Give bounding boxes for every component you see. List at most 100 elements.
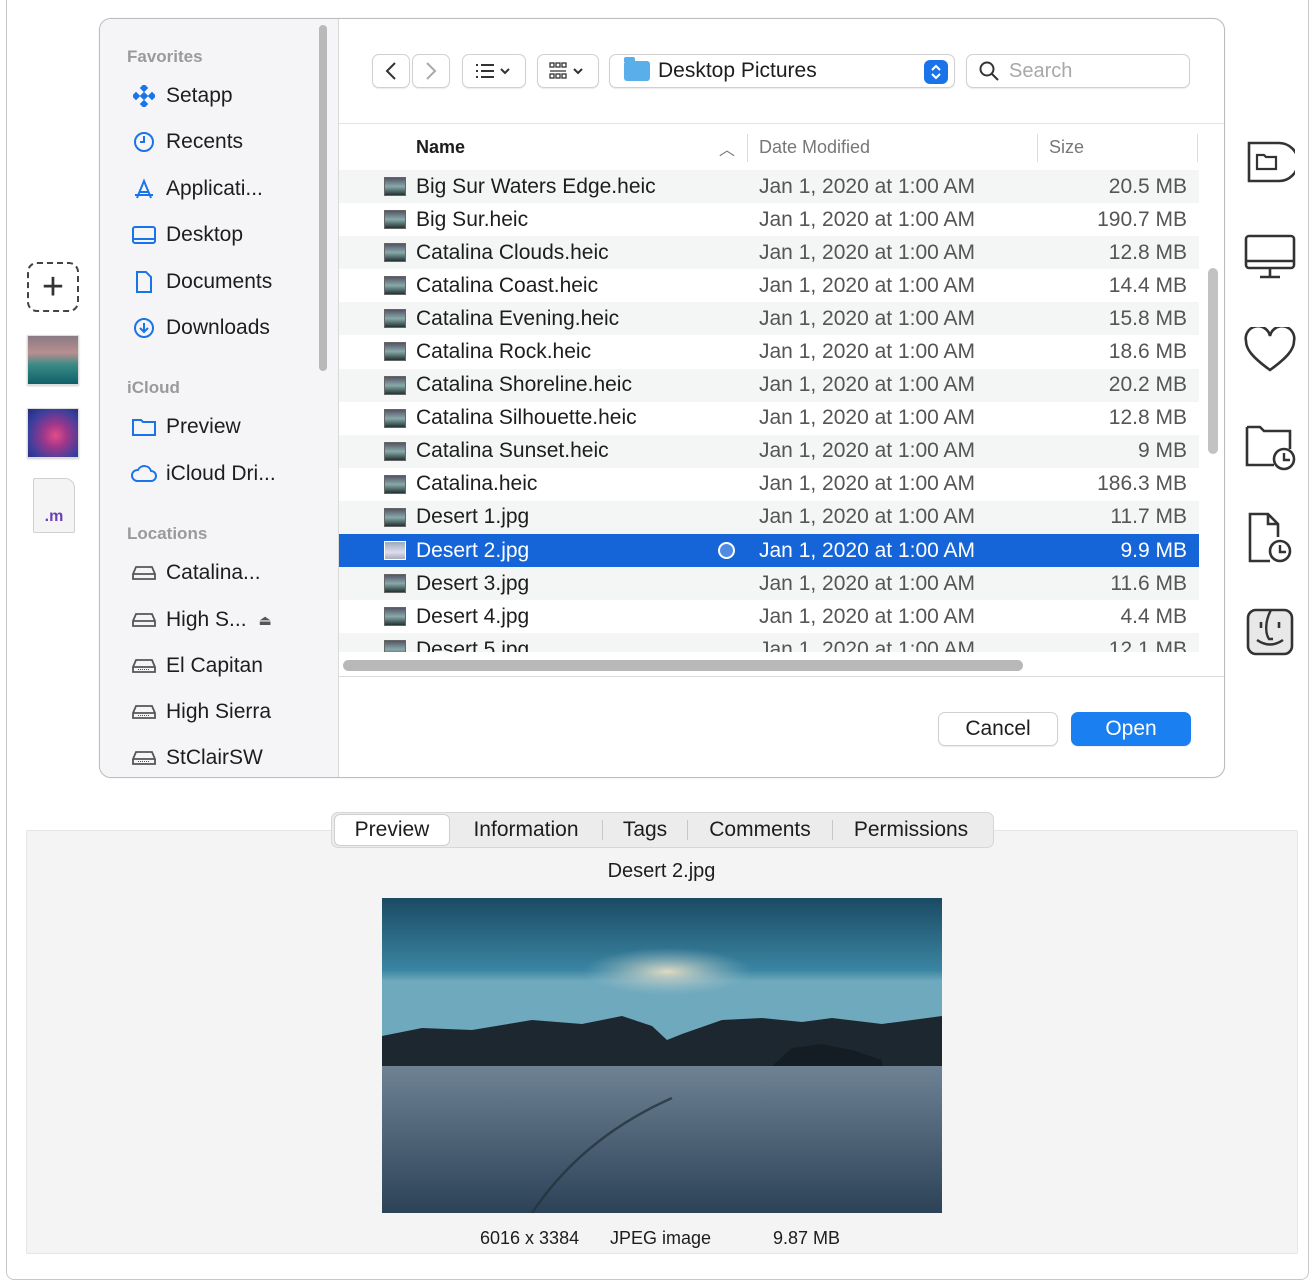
image-file-icon xyxy=(384,177,406,196)
grid-icon xyxy=(549,62,583,79)
current-folder-label: Desktop Pictures xyxy=(658,59,817,82)
heart-icon[interactable] xyxy=(1244,324,1296,376)
sidebar-item-stclairsw[interactable]: StClairSW xyxy=(130,743,263,773)
image-file-icon xyxy=(384,441,406,461)
tab-permissions[interactable]: Permissions xyxy=(833,813,989,847)
file-name: Catalina Rock.heic xyxy=(416,340,592,364)
horizontal-scrollbar[interactable] xyxy=(343,660,1023,671)
shelf-document-icon[interactable]: .m xyxy=(33,478,75,533)
sidebar-item-icloud-drive[interactable]: iCloud Dri... xyxy=(130,459,276,489)
list-view-button[interactable] xyxy=(462,54,526,88)
vertical-scrollbar[interactable] xyxy=(1208,268,1218,454)
sidebar-item-label: High S... xyxy=(166,608,247,631)
table-row[interactable]: Catalina Evening.heic Jan 1, 2020 at 1:00… xyxy=(339,302,1199,336)
sidebar-item-label: High Sierra xyxy=(166,700,272,723)
table-row[interactable]: Catalina Rock.heic Jan 1, 2020 at 1:00 AM… xyxy=(339,335,1199,368)
add-to-shelf-button[interactable]: + xyxy=(27,262,79,312)
table-row[interactable]: Desert 4.jpg Jan 1, 2020 at 1:00 AM 4.4 MB xyxy=(339,600,1199,633)
column-header-date-modified[interactable]: Date Modified xyxy=(759,124,870,170)
sidebar-item-el-capitan[interactable]: El Capitan xyxy=(130,651,263,681)
finder-icon[interactable] xyxy=(1244,606,1296,658)
sidebar-item-recents[interactable]: Recents xyxy=(130,127,243,157)
display-icon[interactable] xyxy=(1244,230,1296,282)
tab-preview[interactable]: Preview xyxy=(334,814,450,846)
open-file-dialog: Favorites Setapp Recents Applicati... De… xyxy=(99,18,1225,778)
column-header-name[interactable]: Name xyxy=(416,124,465,170)
table-row[interactable]: Desert 1.jpg Jan 1, 2020 at 1:00 AM 11.7 M… xyxy=(339,500,1199,535)
sidebar-item-label: Applicati... xyxy=(166,177,263,200)
table-row[interactable]: Big Sur.heic Jan 1, 2020 at 1:00 AM 190.7 … xyxy=(339,203,1199,236)
folder-icon xyxy=(130,417,158,437)
sidebar-item-downloads[interactable]: Downloads xyxy=(130,313,270,343)
sidebar-item-high-sierra[interactable]: High Sierra xyxy=(130,697,271,727)
image-file-icon xyxy=(384,243,406,263)
file-size: 11.6 MB xyxy=(1110,571,1187,595)
location-popup[interactable]: Desktop Pictures xyxy=(609,54,955,88)
open-button[interactable]: Open xyxy=(1071,712,1191,746)
tab-information[interactable]: Information xyxy=(450,813,602,847)
tag-circle-icon[interactable] xyxy=(718,542,735,560)
sidebar-item-applications[interactable]: Applicati... xyxy=(130,174,263,204)
popup-arrows-icon xyxy=(924,60,948,84)
document-clock-icon[interactable] xyxy=(1244,512,1296,564)
sidebar-item-high-sierra-volume[interactable]: High S... ⏏ xyxy=(130,605,272,635)
sidebar-item-setapp[interactable]: Setapp xyxy=(130,81,233,111)
preview-filename: Desert 2.jpg xyxy=(607,860,716,882)
sidebar-item-label: iCloud Dri... xyxy=(166,462,276,485)
forward-button[interactable] xyxy=(412,54,450,88)
column-divider[interactable] xyxy=(1197,134,1198,162)
file-name: Catalina.heic xyxy=(416,472,538,496)
table-row[interactable]: Catalina Clouds.heic Jan 1, 2020 at 1:00 … xyxy=(339,236,1199,270)
group-view-button[interactable] xyxy=(537,54,599,88)
sidebar-scrollbar[interactable] xyxy=(319,25,327,371)
disk-icon xyxy=(130,658,158,674)
disk-icon xyxy=(130,612,158,628)
eject-icon[interactable]: ⏏ xyxy=(259,612,272,629)
save-folder-icon[interactable] xyxy=(1244,136,1296,188)
sidebar-item-label: Preview xyxy=(166,415,241,438)
sidebar-item-documents[interactable]: Documents xyxy=(130,267,272,297)
file-date: Jan 1, 2020 at 1:00 AM xyxy=(759,604,975,628)
file-size: 190.7 MB xyxy=(1097,207,1187,231)
column-divider[interactable] xyxy=(747,134,748,162)
sidebar-heading-favorites: Favorites xyxy=(127,47,203,66)
table-row[interactable]: Catalina.heic Jan 1, 2020 at 1:00 AM 186.3… xyxy=(339,468,1199,501)
table-row[interactable]: Desert 5.jpg Jan 1, 2020 at 1:00 AM 12.1 M… xyxy=(339,633,1199,652)
file-size: 20.5 MB xyxy=(1108,174,1187,198)
image-file-icon xyxy=(384,309,406,329)
table-row[interactable]: Catalina Silhouette.heic Jan 1, 2020 at 1… xyxy=(339,402,1199,435)
chevron-left-icon xyxy=(385,62,396,80)
search-field[interactable] xyxy=(966,54,1190,88)
sort-ascending-icon: ︿ xyxy=(719,142,736,159)
file-name: Desert 2.jpg xyxy=(416,538,530,562)
file-date: Jan 1, 2020 at 1:00 AM xyxy=(759,174,975,198)
table-row[interactable]: Desert 2.jpg Jan 1, 2020 at 1:00 AM 9.9 MB xyxy=(339,534,1199,568)
table-row[interactable]: Catalina Shoreline.heic Jan 1, 2020 at 1:… xyxy=(339,368,1199,402)
table-row[interactable]: Desert 3.jpg Jan 1, 2020 at 1:00 AM 11.6 M… xyxy=(339,567,1199,601)
tab-comments[interactable]: Comments xyxy=(688,813,832,847)
file-date: Jan 1, 2020 at 1:00 AM xyxy=(759,538,975,562)
cancel-button[interactable]: Cancel xyxy=(938,712,1058,746)
file-name: Desert 4.jpg xyxy=(416,604,530,628)
table-row[interactable]: Big Sur Waters Edge.heic Jan 1, 2020 at 1… xyxy=(339,170,1199,204)
folder-icon xyxy=(624,57,650,81)
sidebar-item-catalina[interactable]: Catalina... xyxy=(130,558,261,588)
column-header-size[interactable]: Size xyxy=(1049,124,1084,170)
tab-tags[interactable]: Tags xyxy=(603,813,687,847)
search-input[interactable] xyxy=(1009,59,1169,83)
sidebar-item-preview[interactable]: Preview xyxy=(130,412,241,442)
file-date: Jan 1, 2020 at 1:00 AM xyxy=(759,505,975,529)
file-date: Jan 1, 2020 at 1:00 AM xyxy=(759,439,975,463)
folder-clock-icon[interactable] xyxy=(1244,420,1296,472)
sidebar-item-label: Downloads xyxy=(166,316,270,339)
shelf-image-thumbnail[interactable] xyxy=(27,335,79,385)
back-button[interactable] xyxy=(372,54,410,88)
sidebar-item-desktop[interactable]: Desktop xyxy=(130,220,243,250)
file-date: Jan 1, 2020 at 1:00 AM xyxy=(759,207,975,231)
column-divider[interactable] xyxy=(1037,134,1038,162)
sidebar-item-label: Setapp xyxy=(166,84,233,107)
table-row[interactable]: Catalina Coast.heic Jan 1, 2020 at 1:00 A… xyxy=(339,269,1199,302)
table-row[interactable]: Catalina Sunset.heic Jan 1, 2020 at 1:00 … xyxy=(339,434,1199,468)
shelf-image-thumbnail[interactable] xyxy=(27,408,79,458)
file-name: Desert 1.jpg xyxy=(416,505,530,529)
